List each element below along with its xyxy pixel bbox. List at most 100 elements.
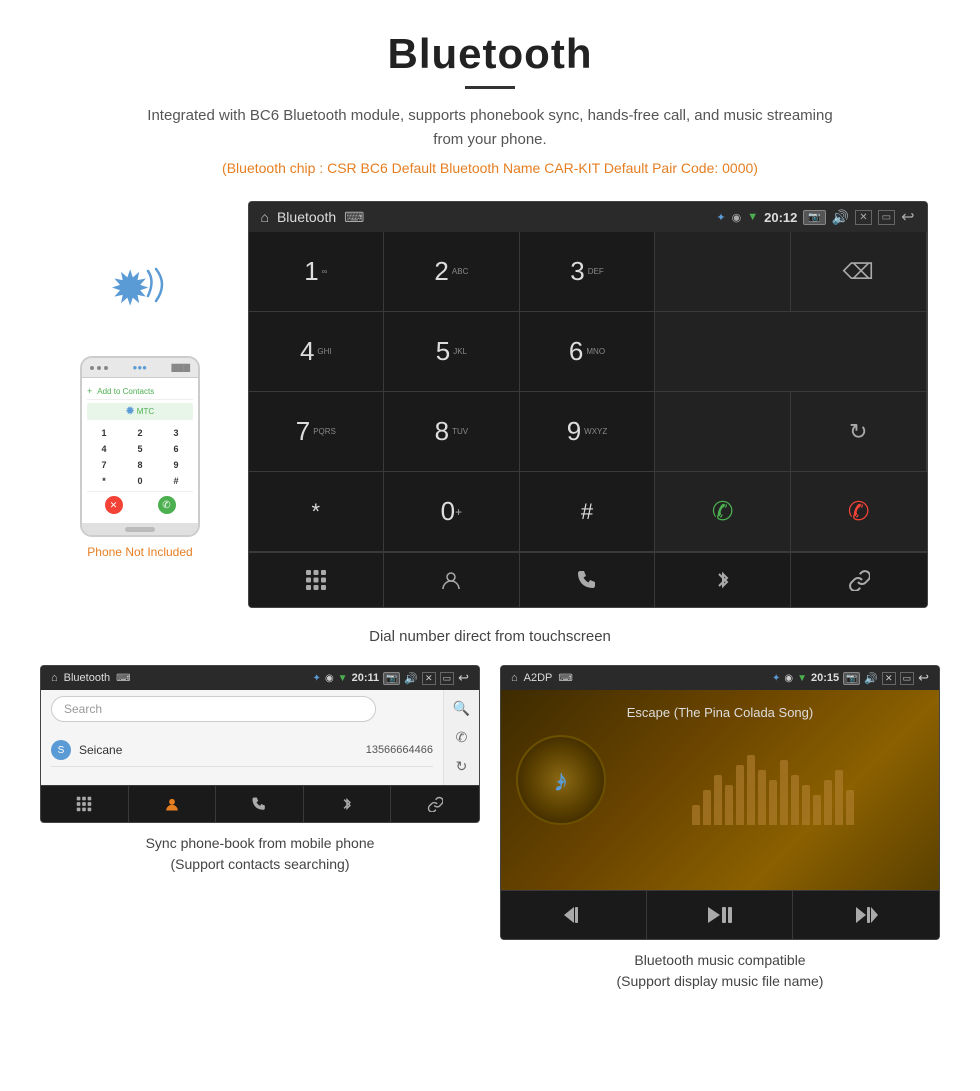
music-layout-icon[interactable]: ▭ bbox=[900, 672, 915, 685]
close-icon[interactable]: ✕ bbox=[855, 210, 871, 225]
pb-signal-icon: ▼ bbox=[338, 673, 348, 684]
music-back-icon[interactable]: ↩ bbox=[918, 670, 929, 686]
bottom-right-caption: Bluetooth music compatible (Support disp… bbox=[500, 940, 940, 997]
phonebook-content-wrapper: Search S Seicane 13566664466 🔍 ✆ ↻ bbox=[41, 690, 479, 785]
music-play-pause[interactable] bbox=[647, 891, 793, 939]
dial-reload[interactable]: ↻ bbox=[791, 392, 927, 472]
pb-close-icon[interactable]: ✕ bbox=[422, 672, 436, 685]
eq-bar bbox=[780, 760, 788, 825]
dial-key-0[interactable]: 0+ bbox=[384, 472, 520, 552]
pb-title: Bluetooth bbox=[64, 672, 110, 684]
phone-call-btn[interactable]: ✆ bbox=[158, 496, 176, 514]
phonebook-block: ⌂ Bluetooth ⌨ ✦ ◉ ▼ 20:11 📷 🔊 ✕ ▭ ↩ bbox=[40, 665, 480, 997]
dial-key-1[interactable]: 1∞ bbox=[249, 232, 385, 312]
music-block: ⌂ A2DP ⌨ ✦ ◉ ▼ 20:15 📷 🔊 ✕ ▭ ↩ E bbox=[500, 665, 940, 997]
pb-nav-bluetooth[interactable] bbox=[304, 786, 392, 822]
contact-avatar: S bbox=[51, 740, 71, 760]
dial-key-star[interactable]: * bbox=[249, 472, 385, 552]
spec-line: (Bluetooth chip : CSR BC6 Default Blueto… bbox=[20, 160, 960, 176]
call-icon[interactable]: ✆ bbox=[456, 729, 468, 746]
bluetooth-status-icon: ✦ bbox=[716, 211, 725, 224]
main-screen-caption: Dial number direct from touchscreen bbox=[0, 618, 980, 665]
phone-illustration: ✹ ●●● ▇▇▇ + Add to bbox=[53, 201, 228, 559]
pb-usb-icon: ⌨ bbox=[116, 673, 130, 684]
phone-bottom-row: ✕ ✆ bbox=[87, 491, 193, 518]
camera-icon[interactable]: 📷 bbox=[803, 210, 825, 225]
signal-icon: ▼ bbox=[747, 211, 758, 223]
dial-backspace[interactable]: ⌫ bbox=[791, 232, 927, 312]
subtitle-text: Integrated with BC6 Bluetooth module, su… bbox=[140, 104, 840, 152]
dial-key-5[interactable]: 5JKL bbox=[384, 312, 520, 392]
eq-bar bbox=[846, 790, 854, 825]
eq-bar bbox=[725, 785, 733, 825]
reload-icon: ↻ bbox=[849, 419, 867, 445]
music-close-icon[interactable]: ✕ bbox=[882, 672, 896, 685]
pb-camera-icon[interactable]: 📷 bbox=[383, 672, 400, 685]
nav-bluetooth[interactable] bbox=[655, 553, 791, 607]
dial-call-green[interactable]: ✆ bbox=[655, 472, 791, 552]
dial-key-6[interactable]: 6MNO bbox=[520, 312, 656, 392]
pb-layout-icon[interactable]: ▭ bbox=[440, 672, 455, 685]
wifi-waves-icon bbox=[140, 266, 180, 323]
dial-call-red[interactable]: ✆ bbox=[791, 472, 927, 552]
dial-key-8[interactable]: 8TUV bbox=[384, 392, 520, 472]
nav-contacts[interactable] bbox=[384, 553, 520, 607]
music-status-bar: ⌂ A2DP ⌨ ✦ ◉ ▼ 20:15 📷 🔊 ✕ ▭ ↩ bbox=[501, 666, 939, 690]
dial-key-3[interactable]: 3DEF bbox=[520, 232, 656, 312]
dial-empty-2 bbox=[655, 312, 926, 392]
phonebook-main: Search S Seicane 13566664466 bbox=[41, 690, 443, 785]
pb-nav-dialpad[interactable] bbox=[41, 786, 129, 822]
dial-key-4[interactable]: 4GHI bbox=[249, 312, 385, 392]
sync-icon[interactable]: ↻ bbox=[456, 758, 468, 775]
dial-key-9[interactable]: 9WXYZ bbox=[520, 392, 656, 472]
music-camera-icon[interactable]: 📷 bbox=[843, 672, 860, 685]
dial-key-hash[interactable]: # bbox=[520, 472, 656, 552]
main-screen-section: ✹ ●●● ▇▇▇ + Add to bbox=[0, 201, 980, 608]
home-icon[interactable]: ⌂ bbox=[261, 209, 269, 225]
search-input[interactable]: Search bbox=[51, 696, 376, 722]
pb-volume-icon[interactable]: 🔊 bbox=[404, 672, 418, 685]
music-time: 20:15 bbox=[811, 672, 839, 684]
pb-nav-phone[interactable] bbox=[216, 786, 304, 822]
phonebook-status-bar: ⌂ Bluetooth ⌨ ✦ ◉ ▼ 20:11 📷 🔊 ✕ ▭ ↩ bbox=[41, 666, 479, 690]
contact-name: Seicane bbox=[79, 743, 366, 757]
eq-bar bbox=[736, 765, 744, 825]
back-icon[interactable]: ↩ bbox=[901, 207, 914, 227]
nav-dialpad[interactable] bbox=[249, 553, 385, 607]
title-section: Bluetooth Integrated with BC6 Bluetooth … bbox=[0, 0, 980, 201]
dial-key-2[interactable]: 2ABC bbox=[384, 232, 520, 312]
phone-keypad: 1 2 3 4 5 6 7 8 9 * 0 # bbox=[87, 423, 193, 491]
nav-link[interactable] bbox=[791, 553, 927, 607]
search-icon[interactable]: 🔍 bbox=[453, 700, 470, 717]
phone-top-bar: ●●● ▇▇▇ bbox=[82, 358, 198, 378]
phonebook-bottom-nav bbox=[41, 785, 479, 822]
music-home-icon[interactable]: ⌂ bbox=[511, 672, 518, 684]
location-icon: ◉ bbox=[732, 211, 742, 224]
bluetooth-logo-area: ✹ bbox=[100, 261, 180, 341]
car-screen-main: ⌂ Bluetooth ⌨ ✦ ◉ ▼ 20:12 📷 🔊 ✕ ▭ ↩ 1∞ bbox=[248, 201, 928, 608]
eq-bar bbox=[791, 775, 799, 825]
layout-icon[interactable]: ▭ bbox=[878, 210, 895, 225]
contact-row[interactable]: S Seicane 13566664466 bbox=[51, 734, 433, 767]
status-bar-right: ✦ ◉ ▼ 20:12 📷 🔊 ✕ ▭ ↩ bbox=[716, 207, 914, 227]
volume-icon[interactable]: 🔊 bbox=[832, 209, 849, 226]
eq-bar bbox=[835, 770, 843, 825]
screen-title: Bluetooth bbox=[277, 209, 336, 225]
dial-empty-3 bbox=[655, 392, 791, 472]
music-usb-icon: ⌨ bbox=[558, 673, 572, 684]
pb-time: 20:11 bbox=[352, 672, 380, 684]
dial-key-7[interactable]: 7PQRS bbox=[249, 392, 385, 472]
dial-empty-1 bbox=[655, 232, 791, 312]
pb-back-icon[interactable]: ↩ bbox=[458, 670, 469, 686]
nav-phone[interactable] bbox=[520, 553, 656, 607]
music-volume-icon[interactable]: 🔊 bbox=[864, 672, 878, 685]
music-next[interactable] bbox=[793, 891, 939, 939]
eq-bar bbox=[692, 805, 700, 825]
usb-icon: ⌨ bbox=[344, 209, 364, 226]
pb-nav-contacts-active[interactable] bbox=[129, 786, 217, 822]
pb-nav-link[interactable] bbox=[391, 786, 479, 822]
pb-home-icon[interactable]: ⌂ bbox=[51, 672, 58, 684]
music-prev[interactable] bbox=[501, 891, 647, 939]
eq-bar bbox=[758, 770, 766, 825]
album-art-container: ♪ ✦ bbox=[516, 735, 924, 825]
